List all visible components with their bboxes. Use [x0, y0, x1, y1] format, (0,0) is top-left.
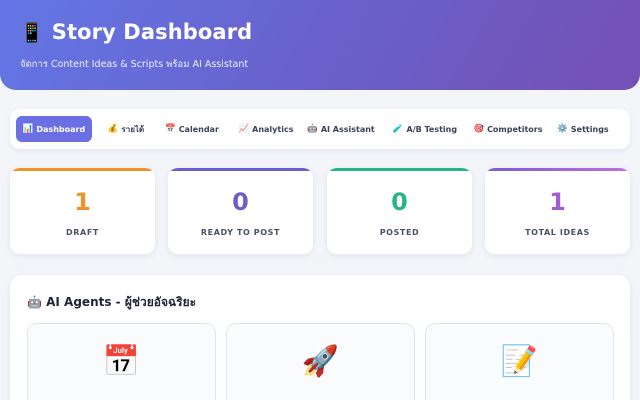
tab-label: Dashboard [36, 124, 86, 134]
page-title: 📱 Story Dashboard [20, 20, 252, 44]
stat-value: 0 [391, 188, 408, 216]
stat-label: POSTED [379, 228, 420, 237]
stat-value: 1 [74, 188, 91, 216]
tab-settings[interactable]: ⚙️ Settings [557, 116, 609, 142]
tab-label: Settings [570, 124, 609, 134]
calendar-icon: 📅 [102, 344, 141, 379]
stat-label: DRAFT [66, 228, 99, 237]
stat-card-posted: 0 POSTED [327, 168, 472, 254]
rocket-icon: 🚀 [301, 344, 340, 379]
bar-chart-icon: 📊 [22, 124, 34, 134]
money-bag-icon: 💰 [107, 124, 119, 134]
memo-icon: 📝 [500, 344, 539, 379]
header: 📱 Story Dashboard จัดการ Content Ideas &… [0, 0, 640, 90]
tab-ab-testing[interactable]: 🧪 A/B Testing [392, 116, 458, 142]
tab-label: Analytics [252, 124, 294, 134]
ai-agents-title: 🤖 AI Agents - ผู้ช่วยอัจฉริยะ [27, 295, 197, 309]
tab-dashboard[interactable]: 📊 Dashboard [16, 116, 92, 142]
gear-icon: ⚙️ [557, 124, 568, 134]
calendar-icon: 📅 [165, 124, 176, 134]
ai-agents-panel: 🤖 AI Agents - ผู้ช่วยอัจฉริยะ 📅 🚀 📝 [10, 275, 630, 400]
trend-up-icon: 📈 [238, 124, 250, 134]
target-icon: 🎯 [473, 124, 485, 134]
agent-card-calendar[interactable]: 📅 [27, 323, 216, 400]
phone-icon: 📱 [20, 21, 44, 44]
robot-icon: 🤖 [307, 124, 318, 134]
tab-ai-assistant[interactable]: 🤖 AI Assistant [307, 116, 375, 142]
tab-calendar[interactable]: 📅 Calendar [162, 116, 222, 142]
stat-card-draft: 1 DRAFT [10, 168, 155, 254]
main-nav: 📊 Dashboard 💰 รายได้ 📅 Calendar 📈 Analyt… [10, 109, 630, 149]
page-title-text: Story Dashboard [51, 20, 253, 44]
tab-label: A/B Testing [406, 124, 458, 134]
stat-value: 1 [549, 188, 566, 216]
agent-card-rocket[interactable]: 🚀 [226, 323, 415, 400]
tab-competitors[interactable]: 🎯 Competitors [472, 116, 544, 142]
test-tube-icon: 🧪 [392, 124, 404, 134]
stat-card-total-ideas: 1 TOTAL IDEAS [485, 168, 630, 254]
stat-label: TOTAL IDEAS [525, 228, 590, 237]
stat-accent-bar [168, 168, 313, 171]
page-subtitle: จัดการ Content Ideas & Scripts พร้อม AI … [20, 59, 249, 70]
stat-card-ready-to-post: 0 READY TO POST [168, 168, 313, 254]
tab-label: AI Assistant [320, 124, 375, 134]
tab-label: Calendar [178, 124, 219, 134]
stat-accent-bar [327, 168, 472, 171]
tab-revenue[interactable]: 💰 รายได้ [100, 116, 152, 142]
tab-label: Competitors [487, 124, 543, 134]
tab-label: รายได้ [121, 124, 145, 134]
tab-analytics[interactable]: 📈 Analytics [234, 116, 298, 142]
stat-accent-bar [485, 168, 630, 171]
agent-card-memo[interactable]: 📝 [425, 323, 614, 400]
stat-label: READY TO POST [200, 228, 281, 237]
stat-accent-bar [10, 168, 155, 171]
stat-value: 0 [232, 188, 249, 216]
